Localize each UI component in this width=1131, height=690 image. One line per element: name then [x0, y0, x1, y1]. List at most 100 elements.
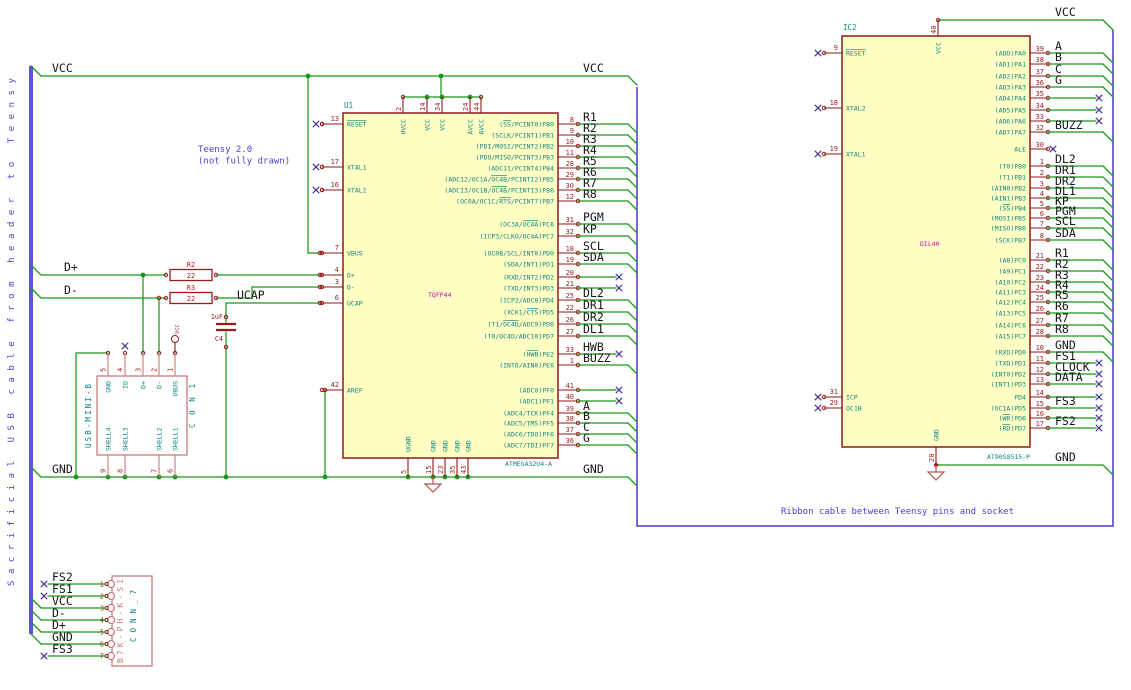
- IC2-part: AT90S8515-P: [987, 453, 1030, 461]
- pin-number: 37: [1036, 68, 1044, 76]
- teensy-note-line2: (not fully drawn): [198, 157, 290, 167]
- vcc-flag-label: VCC: [175, 324, 181, 334]
- pin-name: RESET: [347, 120, 367, 128]
- net-label-VCC: VCC: [583, 61, 604, 75]
- pin-number: 11: [1036, 355, 1044, 363]
- IC2-value: DIL40: [920, 240, 940, 248]
- pin-number: 21: [1036, 252, 1044, 260]
- wire: [577, 364, 638, 375]
- pin-name: PD4: [1014, 393, 1026, 401]
- pin-number: 33: [1036, 113, 1044, 121]
- pin-name: UGND: [405, 436, 413, 452]
- pin-name: GND: [442, 440, 450, 452]
- pin-number: 34: [1036, 102, 1044, 110]
- pin-number: 4: [1040, 190, 1044, 198]
- pin-name: (T0)PB0: [999, 162, 1026, 170]
- pin-name: AVCC: [478, 119, 486, 135]
- junction-dot: [438, 73, 444, 79]
- no-connect-icon: [618, 353, 620, 355]
- pin-number: 29: [566, 171, 574, 179]
- no-connect-icon: [618, 389, 620, 391]
- IC2-ref: IC2: [843, 23, 857, 32]
- pin-name: RESET: [846, 49, 866, 57]
- pin-number: 1: [167, 368, 175, 372]
- pin-name: (A13)PC5: [995, 309, 1026, 317]
- pin-name: AVCC: [467, 119, 475, 135]
- net-label-D-: D-: [64, 283, 78, 297]
- R2-ref: R2: [187, 261, 195, 269]
- no-connect-icon: [1098, 427, 1100, 429]
- pin-name: (T1)PB1: [999, 173, 1026, 181]
- pin-number: 18: [830, 99, 838, 107]
- pin-name: AREF: [347, 386, 363, 394]
- pin-number: 27: [566, 328, 574, 336]
- pin-name: (RXD/INT2)PD2: [503, 273, 554, 281]
- pin-number: 8: [570, 116, 574, 124]
- pin-number: 21: [566, 280, 574, 288]
- pin-name: (A11)PC3: [995, 288, 1026, 296]
- pin-number: 12: [566, 193, 574, 201]
- connector-pad: [106, 603, 116, 613]
- R2-value: 22: [187, 272, 195, 280]
- pin-number: 9: [100, 469, 108, 473]
- wire: [577, 200, 638, 211]
- wire: [225, 302, 321, 323]
- net-label-BUZZ: BUZZ: [1055, 118, 1083, 132]
- pin-number: 30: [566, 182, 574, 190]
- pin-name: XTAL2: [846, 104, 866, 112]
- pin-number: 18: [566, 245, 574, 253]
- gnd-symbol-icon: [423, 483, 443, 493]
- pin-name: VCC: [424, 119, 432, 131]
- pin-number: 1: [570, 357, 574, 365]
- pin-name: XTAL1: [347, 163, 367, 171]
- no-connect-icon: [43, 655, 45, 657]
- pin-number: 38: [1036, 56, 1044, 64]
- junction-dot: [140, 272, 146, 278]
- pin-number: 34: [434, 103, 442, 111]
- pin-number: 12: [1036, 366, 1044, 374]
- pin-name: (HWB)PE2: [523, 350, 554, 358]
- pin-number: 8: [117, 469, 125, 473]
- pin-name: (AD7)PA7: [995, 128, 1026, 136]
- no-connect-icon: [817, 107, 819, 109]
- pin-name: (ADC7/TDI)PF7: [503, 441, 554, 449]
- pin-name: XTAL2: [347, 186, 367, 194]
- no-connect-icon: [43, 583, 45, 585]
- connector-pad: [106, 651, 116, 661]
- junction-dot: [322, 474, 328, 480]
- pin-number: 8: [1040, 232, 1044, 240]
- pin-number: 11: [566, 149, 574, 157]
- pin-name: (ADC12/OC1A/OC4B/PCINT12)PB5: [444, 175, 554, 183]
- no-connect-icon: [817, 153, 819, 155]
- pin-name: (OC1A)PD5: [991, 404, 1026, 412]
- pin-name: (A10)PC2: [995, 278, 1026, 286]
- net-label-SDA: SDA: [583, 250, 604, 264]
- no-connect-icon: [817, 52, 819, 54]
- pin-name: D+: [140, 381, 148, 389]
- pin-name: (MOSI)PB5: [991, 214, 1026, 222]
- pin-name: (ICP3/CLKO/OC4A)PC7: [480, 232, 554, 240]
- pin-number: 4: [335, 266, 339, 274]
- junction-dot: [305, 73, 311, 79]
- pin-name: GND: [454, 440, 462, 452]
- wire: [937, 19, 1114, 31]
- pin-name: (PDI/MOSI/PCINT2)PB2: [476, 142, 554, 150]
- pin-name: (AD4)PA4: [995, 94, 1026, 102]
- pin-name: (WR)PD6: [999, 414, 1026, 422]
- pin-number: 44: [473, 103, 481, 111]
- pin-number: 3: [135, 368, 143, 372]
- junction-dot: [73, 474, 79, 480]
- pin-name: XTAL1: [846, 150, 866, 158]
- pin-name: (MISO)PB6: [991, 224, 1026, 232]
- pin-number: 19: [566, 256, 574, 264]
- U1-value: TQFP44: [428, 291, 452, 299]
- pin-number: 28: [566, 160, 574, 168]
- pin-name: (AIN1)PB3: [991, 194, 1026, 202]
- pin-number: 20: [928, 454, 936, 462]
- con1-ref: CON1: [188, 384, 197, 428]
- pin-number: 6: [335, 294, 339, 302]
- pin-number: 25: [566, 292, 574, 300]
- pin-number: 6: [167, 469, 175, 473]
- net-label-DATA: DATA: [1055, 370, 1083, 384]
- no-connect-icon: [315, 189, 317, 191]
